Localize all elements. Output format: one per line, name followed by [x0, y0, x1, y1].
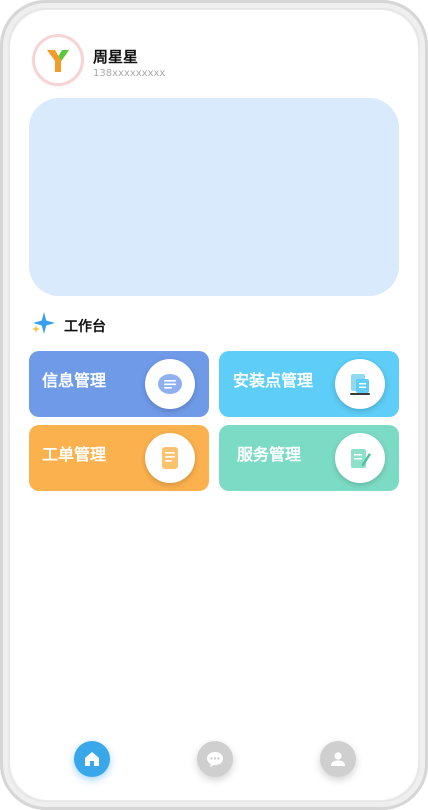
card-badge	[335, 359, 385, 409]
work-order-icon	[162, 447, 178, 469]
card-label: 安装点管理	[233, 371, 314, 390]
install-point-icon	[350, 374, 370, 395]
card-badge	[145, 359, 195, 409]
card-label: 服务管理	[237, 445, 302, 464]
tab-messages[interactable]	[197, 741, 233, 777]
tab-profile[interactable]	[320, 741, 356, 777]
card-badge	[335, 433, 385, 483]
banner[interactable]	[29, 98, 399, 296]
home-icon	[85, 752, 99, 766]
card-badge	[145, 433, 195, 483]
chat-icon	[207, 752, 223, 767]
service-edit-icon	[351, 449, 371, 468]
card-label: 信息管理	[42, 371, 107, 390]
card-install-point-management[interactable]: 安装点管理	[219, 351, 399, 417]
tab-home[interactable]	[74, 741, 110, 777]
user-name: 周星星	[93, 48, 139, 66]
section-title: 工作台	[64, 319, 106, 335]
card-info-management[interactable]: 信息管理	[29, 351, 209, 417]
card-work-order-management[interactable]: 工单管理	[29, 425, 209, 491]
card-label: 工单管理	[42, 445, 107, 464]
message-list-icon	[158, 374, 182, 394]
avatar[interactable]	[35, 37, 81, 83]
user-icon	[331, 752, 345, 766]
user-phone: 138xxxxxxxxx	[93, 68, 166, 79]
sparkle-icon	[32, 312, 55, 334]
app-logo-icon	[47, 50, 69, 72]
screen: 周星星 138xxxxxxxxx 工作台 信息管理 安装点管理 工单管理 服务管…	[10, 10, 418, 800]
card-service-management[interactable]: 服务管理	[219, 425, 399, 491]
